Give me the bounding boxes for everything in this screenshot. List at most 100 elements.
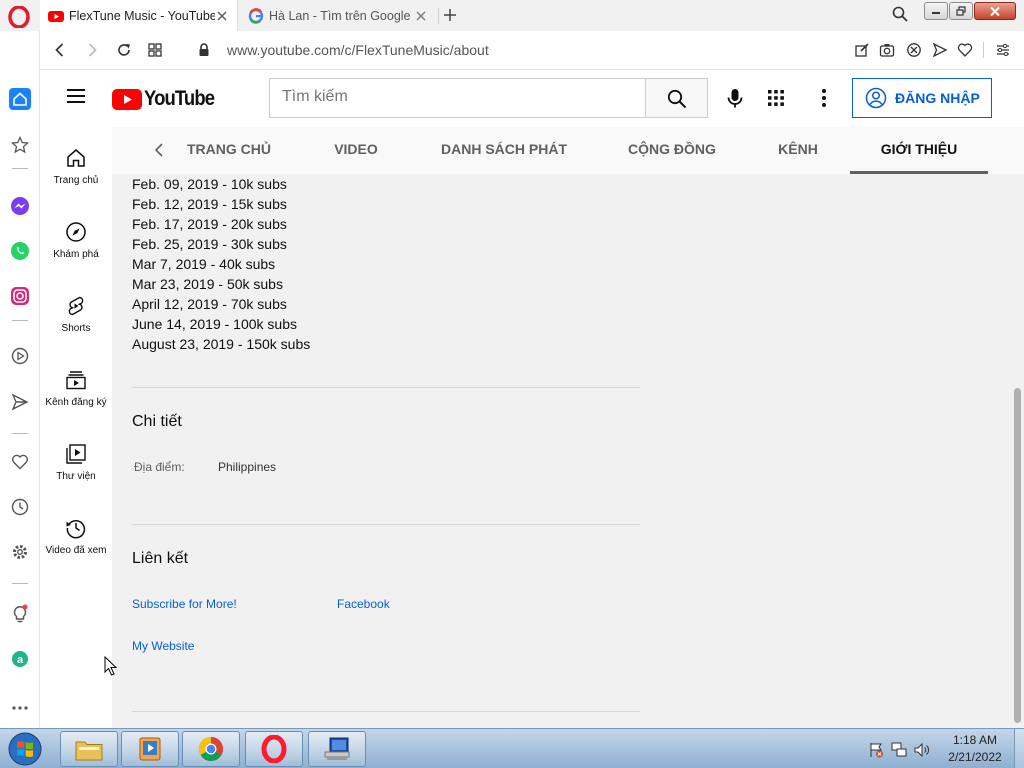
messenger-icon[interactable]: [9, 195, 31, 217]
taskbar-chrome[interactable]: [182, 731, 240, 767]
guide-item-home[interactable]: Trang chủ: [40, 127, 112, 201]
file-explorer-icon: [75, 741, 103, 761]
close-tab-icon[interactable]: [215, 9, 229, 23]
apps-grid-icon[interactable]: [767, 89, 785, 107]
tab-community[interactable]: CỘNG ĐỒNG: [622, 127, 722, 174]
search-button[interactable]: [645, 78, 708, 118]
network-icon: [324, 737, 350, 760]
settings-icon[interactable]: [9, 541, 31, 563]
taskbar-network[interactable]: [308, 731, 366, 767]
milestone-line: Mar 23, 2019 - 50k subs: [132, 276, 283, 292]
heart-icon[interactable]: [9, 451, 31, 473]
milestone-line: Mar 7, 2019 - 40k subs: [132, 256, 276, 272]
close-window-button[interactable]: [974, 2, 1016, 20]
tab-title: Hà Lan - Tìm trên Google: [269, 8, 411, 23]
youtube-logo[interactable]: YouTube: [112, 87, 224, 111]
link-subscribe[interactable]: Subscribe for More!: [132, 597, 237, 611]
new-tab-icon[interactable]: [442, 6, 458, 24]
action-center-icon[interactable]: [868, 742, 884, 758]
volume-icon[interactable]: [914, 742, 930, 758]
history-icon[interactable]: [9, 496, 31, 518]
more-icon[interactable]: [9, 697, 31, 719]
history-icon: [66, 519, 86, 539]
star-icon[interactable]: [9, 134, 31, 156]
instagram-icon[interactable]: [9, 285, 31, 307]
guide-item-library[interactable]: Thư viện: [40, 423, 112, 497]
youtube-header: YouTube ĐĂNG NHẬP: [40, 70, 1024, 127]
milestone-line: Feb. 17, 2019 - 20k subs: [132, 216, 287, 232]
snapshot-icon[interactable]: [879, 42, 895, 58]
tab-youtube[interactable]: FlexTune Music - YouTube: [40, 0, 238, 31]
address-bar: www.youtube.com/c/FlexTuneMusic/about: [40, 31, 1024, 70]
network-tray-icon[interactable]: [891, 742, 907, 758]
share-icon[interactable]: [932, 42, 948, 58]
taskbar-media-player[interactable]: [121, 731, 179, 767]
player-icon[interactable]: [9, 345, 31, 367]
send-icon[interactable]: [9, 391, 31, 413]
microphone-icon[interactable]: [724, 87, 746, 109]
search-input[interactable]: [282, 88, 632, 106]
restore-button[interactable]: [949, 2, 973, 20]
more-vertical-icon[interactable]: [815, 87, 833, 109]
guide-item-subscriptions[interactable]: Kênh đăng ký: [40, 349, 112, 423]
aria-icon[interactable]: a: [9, 648, 31, 670]
home-icon[interactable]: [9, 88, 31, 110]
search-box[interactable]: [269, 78, 646, 118]
whatsapp-icon[interactable]: [9, 240, 31, 262]
adblock-icon[interactable]: [906, 42, 922, 58]
tab-channels[interactable]: KÊNH: [770, 127, 826, 174]
chevron-left-icon[interactable]: [152, 142, 166, 158]
tab-videos[interactable]: VIDEO: [324, 127, 388, 174]
clock-date[interactable]: 2/21/2022: [940, 750, 1010, 764]
clock-time[interactable]: 1:18 AM: [940, 733, 1010, 747]
minimize-button[interactable]: [924, 2, 948, 20]
channel-description: Feb. 09, 2019 - 10k subs Feb. 12, 2019 -…: [132, 174, 310, 354]
opera-icon[interactable]: [8, 6, 30, 28]
tab-google[interactable]: Hà Lan - Tìm trên Google: [240, 0, 436, 31]
link-facebook[interactable]: Facebook: [337, 597, 390, 611]
milestone-line: June 14, 2019 - 100k subs: [132, 316, 298, 332]
windows-logo-icon: [8, 732, 42, 766]
back-icon[interactable]: [52, 42, 68, 58]
guide-item-explore[interactable]: Khám phá: [40, 201, 112, 275]
chrome-icon: [198, 737, 224, 762]
youtube-icon: [48, 10, 64, 22]
search-tabs-icon[interactable]: [892, 6, 908, 22]
lightbulb-icon[interactable]: [9, 603, 31, 625]
forward-icon[interactable]: [84, 42, 100, 58]
sidebar-divider: [12, 583, 28, 584]
details-title: Chi tiết: [132, 413, 182, 430]
page-scrollbar[interactable]: [1012, 174, 1024, 728]
taskbar-opera[interactable]: [245, 731, 303, 767]
show-desktop-button[interactable]: [1014, 729, 1024, 768]
guide-label: Trang chủ: [53, 175, 99, 186]
bookmark-heart-icon[interactable]: [957, 42, 973, 58]
milestone-line: Feb. 25, 2019 - 30k subs: [132, 236, 287, 252]
media-player-icon: [139, 737, 161, 761]
account-icon: [865, 87, 887, 109]
guide-item-shorts[interactable]: Shorts: [40, 275, 112, 349]
guide-item-history[interactable]: Video đã xem: [40, 497, 112, 571]
sign-in-button[interactable]: ĐĂNG NHẬP: [852, 78, 992, 118]
start-button[interactable]: [2, 730, 48, 768]
url-field[interactable]: www.youtube.com/c/FlexTuneMusic/about: [227, 42, 489, 58]
guide-label: Thư viện: [56, 471, 96, 482]
link-website[interactable]: My Website: [132, 639, 194, 653]
speed-dial-icon[interactable]: [147, 42, 163, 58]
taskbar-file-explorer[interactable]: [60, 731, 118, 767]
tab-about[interactable]: GIỚI THIỆU: [850, 127, 988, 174]
menu-icon[interactable]: [66, 88, 86, 104]
edit-icon[interactable]: [854, 42, 870, 58]
sidebar-divider: [12, 168, 28, 169]
tab-playlists[interactable]: DANH SÁCH PHÁT: [434, 127, 574, 174]
tab-home[interactable]: TRANG CHỦ: [178, 127, 280, 174]
close-tab-icon[interactable]: [414, 9, 428, 23]
reload-icon[interactable]: [116, 42, 132, 58]
lock-icon[interactable]: [197, 42, 211, 58]
windows-taskbar: 1:18 AM 2/21/2022: [0, 728, 1024, 768]
guide-label: Video đã xem: [45, 545, 107, 556]
subscriptions-icon: [66, 371, 86, 390]
scrollbar-thumb[interactable]: [1014, 388, 1021, 723]
easy-setup-icon[interactable]: [995, 42, 1011, 58]
guide-label: Shorts: [61, 323, 91, 334]
